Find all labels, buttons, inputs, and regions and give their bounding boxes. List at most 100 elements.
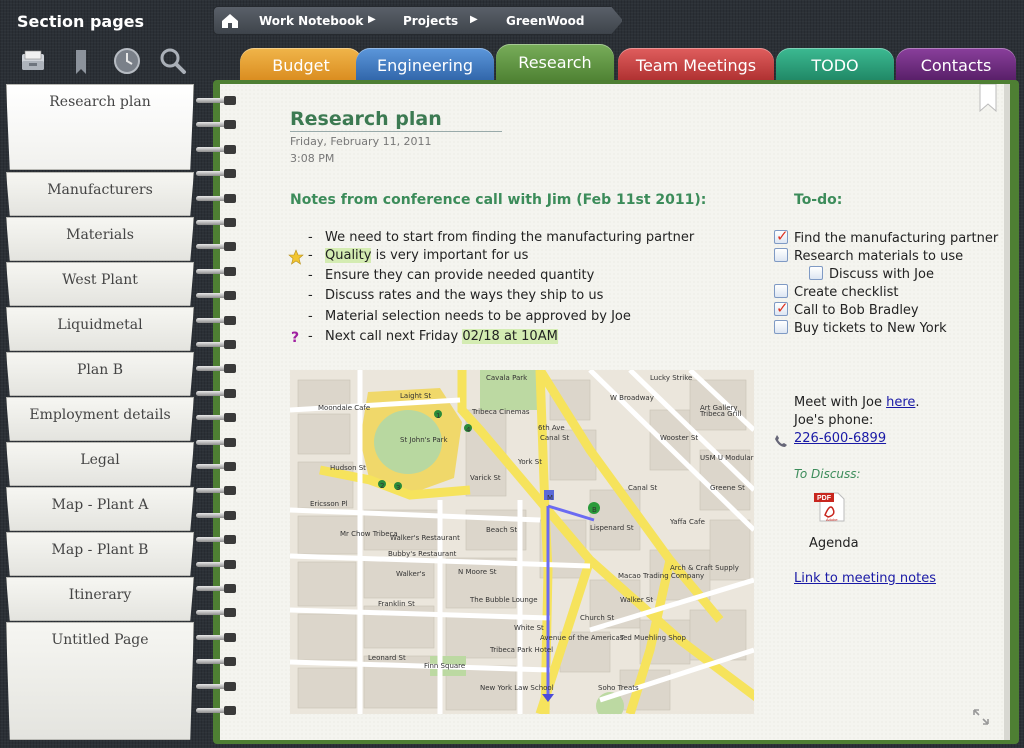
breadcrumb-item-projects[interactable]: Projects xyxy=(403,14,458,28)
pdf-icon[interactable]: PDF Adobe xyxy=(812,491,848,523)
map-marker[interactable]: B xyxy=(592,506,597,514)
map-label: St John's Park xyxy=(400,436,449,444)
map-label: Walker's xyxy=(396,570,426,578)
phone-link[interactable]: 226-600-6899 xyxy=(794,431,886,446)
page-materials[interactable]: Materials xyxy=(6,217,194,261)
map-label: Walker's Restaurant xyxy=(390,534,460,542)
binding-ring xyxy=(196,364,240,374)
map-marker[interactable]: M xyxy=(547,494,553,502)
map-label: Moondale Cafe xyxy=(318,404,370,412)
note-title[interactable]: Research plan xyxy=(290,108,502,132)
note-time: 3:08 PM xyxy=(290,152,335,165)
checkbox[interactable] xyxy=(809,266,823,280)
meet-here-link[interactable]: here xyxy=(886,395,915,410)
binding-ring xyxy=(196,144,240,154)
todo-item[interactable]: Buy tickets to New York xyxy=(774,320,947,338)
todo-item[interactable]: Find the manufacturing partner xyxy=(774,227,998,248)
map-label: Varick St xyxy=(470,474,501,482)
map-label: Tribeca Cinemas xyxy=(471,408,530,416)
notes-heading[interactable]: Notes from conference call with Jim (Feb… xyxy=(290,192,706,208)
search-icon[interactable] xyxy=(158,46,188,76)
page-employment-details[interactable]: Employment details xyxy=(6,397,194,441)
inbox-icon[interactable] xyxy=(18,46,48,76)
tab-contacts[interactable]: Contacts xyxy=(896,48,1016,82)
binding-ring xyxy=(196,291,240,301)
tab-todo[interactable]: TODO xyxy=(776,48,894,82)
page-map-plant-b[interactable]: Map - Plant B xyxy=(6,532,194,576)
binding-ring xyxy=(196,120,240,130)
tab-budget[interactable]: Budget xyxy=(240,48,362,82)
map-label: Bubby's Restaurant xyxy=(388,550,457,558)
map-marker[interactable]: 2 xyxy=(380,482,384,490)
map-label: Finn Square xyxy=(424,662,465,670)
map-label: Laight St xyxy=(400,392,431,400)
map-image[interactable]: Cavala Park Laight St St John's Park Moonda… xyxy=(290,370,754,714)
binding-ring xyxy=(196,437,240,447)
map-label: Ericsson Pl xyxy=(310,500,348,508)
binding-ring xyxy=(196,340,240,349)
note-date: Friday, February 11, 2011 xyxy=(290,135,432,148)
map-label: Lispenard St xyxy=(590,524,634,532)
breadcrumb-item-greenwood[interactable]: GreenWood xyxy=(506,14,584,28)
meet-text: Meet with Joe here. xyxy=(794,395,920,410)
binding-ring xyxy=(196,608,240,618)
breadcrumb-separator-icon: ▶ xyxy=(368,14,376,25)
meeting-notes-link[interactable]: Link to meeting notes xyxy=(794,571,936,586)
bookmark-icon[interactable] xyxy=(66,46,96,76)
page-liquidmetal[interactable]: Liquidmetal xyxy=(6,307,194,351)
map-label: Ted Muehling Shop xyxy=(619,634,686,642)
checkbox[interactable] xyxy=(774,299,789,317)
page-bookmark-icon[interactable] xyxy=(978,83,998,113)
todo-item[interactable]: Discuss with Joe xyxy=(809,266,934,284)
map-marker[interactable]: 4 xyxy=(466,426,471,434)
todo-item[interactable]: Call to Bob Bradley xyxy=(774,299,919,320)
home-icon[interactable] xyxy=(220,11,240,31)
list-item[interactable]: - We need to start from finding the manuf… xyxy=(308,230,694,245)
todo-heading: To-do: xyxy=(794,192,843,208)
page-map-plant-a[interactable]: Map - Plant A xyxy=(6,487,194,531)
map-label: Greene St xyxy=(710,484,745,492)
todo-item[interactable]: Research materials to use xyxy=(774,248,963,266)
page-plan-b[interactable]: Plan B xyxy=(6,352,194,396)
list-item[interactable]: - Discuss rates and the ways they ship to… xyxy=(308,288,603,303)
page-west-plant[interactable]: West Plant xyxy=(6,262,194,306)
breadcrumb-item-notebook[interactable]: Work Notebook xyxy=(259,14,363,28)
page-legal[interactable]: Legal xyxy=(6,442,194,486)
list-item[interactable]: - Ensure they can provide needed quantity xyxy=(308,268,594,283)
map-label: Franklin St xyxy=(378,600,415,608)
todo-item[interactable]: Create checklist xyxy=(774,284,898,302)
map-label: York St xyxy=(517,458,542,466)
map-marker[interactable]: 3 xyxy=(396,484,400,492)
page-research-plan[interactable]: Research plan xyxy=(6,84,194,170)
page-untitled[interactable]: Untitled Page xyxy=(6,622,194,740)
map-label: Cavala Park xyxy=(486,374,528,382)
binding-ring xyxy=(196,706,240,715)
map-label: Walker St xyxy=(620,596,653,604)
binding-ring xyxy=(196,486,240,496)
tab-engineering[interactable]: Engineering xyxy=(356,48,494,82)
list-item[interactable]: - Material selection needs to be approved… xyxy=(308,309,631,324)
checkbox[interactable] xyxy=(774,227,789,245)
checkbox[interactable] xyxy=(774,284,788,298)
checkbox[interactable] xyxy=(774,320,788,334)
attachment-name[interactable]: Agenda xyxy=(809,536,859,551)
resize-icon[interactable] xyxy=(970,706,992,728)
map-marker[interactable]: 1 xyxy=(436,412,440,420)
page-manufacturers[interactable]: Manufacturers xyxy=(6,172,194,216)
binding-ring xyxy=(196,510,240,520)
tab-team-meetings[interactable]: Team Meetings xyxy=(618,48,774,82)
map-label: New York Law School xyxy=(480,684,554,692)
map-label: 6th Ave xyxy=(538,424,565,432)
map-label: The Bubble Lounge xyxy=(469,596,538,604)
clock-icon[interactable] xyxy=(112,46,142,76)
tab-research[interactable]: Research xyxy=(496,44,614,82)
page-itinerary[interactable]: Itinerary xyxy=(6,577,194,621)
binding-ring xyxy=(196,193,240,203)
map-label: Hudson St xyxy=(330,464,366,472)
binding-ring xyxy=(196,657,240,667)
list-item[interactable]: - Next call next Friday 02/18 at 10AM xyxy=(308,329,558,344)
binding-ring xyxy=(196,413,240,423)
list-item[interactable]: - Quality is very important for us xyxy=(308,248,528,263)
map-label: Avenue of the Americas xyxy=(540,634,624,642)
checkbox[interactable] xyxy=(774,248,788,262)
